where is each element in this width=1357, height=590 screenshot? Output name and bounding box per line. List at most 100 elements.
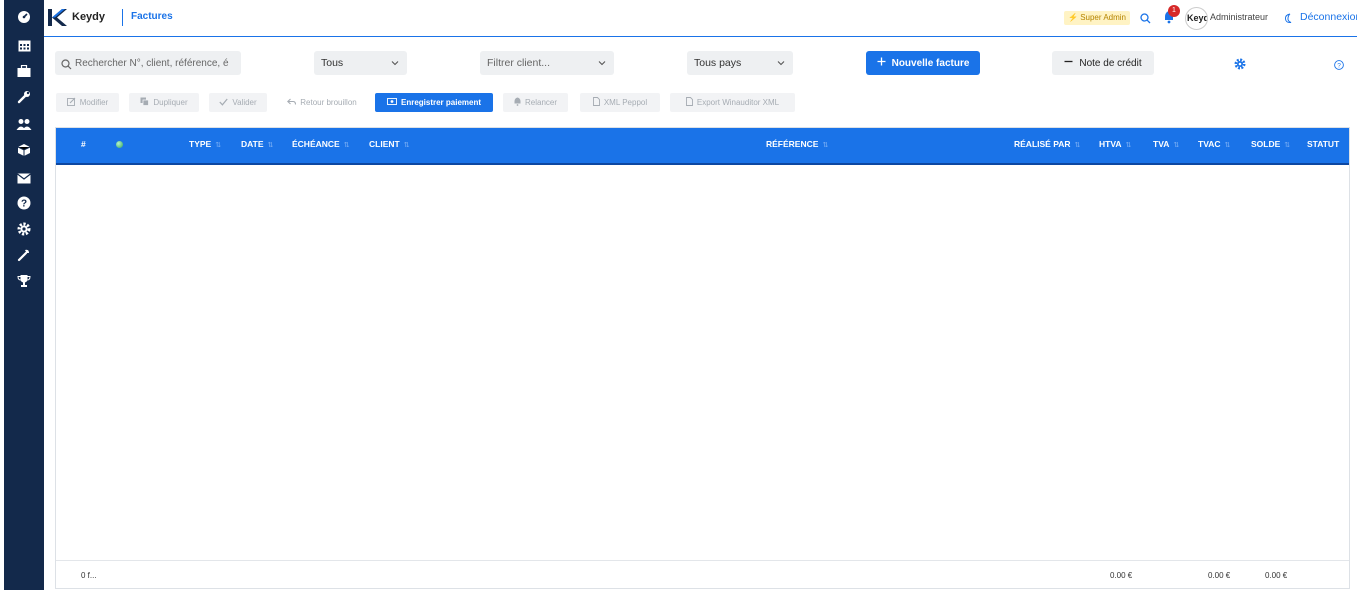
- table-header: # TYPE ⇅ DATE ⇅ ÉCHÉANCE ⇅ CLIENT ⇅ RÉFÉRENC…: [56, 128, 1349, 165]
- country-select[interactable]: Tous pays: [687, 51, 793, 75]
- page-title: Factures: [131, 11, 173, 22]
- duplicate-button[interactable]: Dupliquer: [129, 93, 199, 112]
- client-select-value: Filtrer client...: [487, 57, 551, 69]
- back-to-draft-button[interactable]: Retour brouillon: [277, 93, 367, 112]
- col-reference-label: RÉFÉRENCE: [766, 139, 819, 149]
- sort-icon: ⇅: [1284, 142, 1291, 149]
- svg-text:?: ?: [21, 199, 27, 210]
- xml-peppol-button[interactable]: XML Peppol: [580, 93, 660, 112]
- credit-note-label: Note de crédit: [1079, 57, 1142, 69]
- col-made-by[interactable]: RÉALISÉ PAR ⇅: [1014, 128, 1080, 163]
- col-htva[interactable]: HTVA ⇅: [1099, 128, 1131, 163]
- trophy-icon[interactable]: [4, 270, 44, 292]
- file-icon: [685, 97, 693, 108]
- gear-icon[interactable]: [1234, 57, 1246, 75]
- col-status-label: STATUT: [1307, 139, 1340, 149]
- globe-icon: [116, 141, 123, 149]
- tools-icon[interactable]: [4, 244, 44, 266]
- copy-icon: [140, 97, 150, 108]
- file-icon: [592, 97, 600, 108]
- validate-button[interactable]: Valider: [209, 93, 267, 112]
- remind-label: Relancer: [524, 98, 557, 107]
- col-client[interactable]: CLIENT ⇅: [369, 128, 410, 163]
- col-country[interactable]: [116, 128, 123, 163]
- minus-icon: [1064, 57, 1073, 69]
- search-field[interactable]: [55, 51, 241, 75]
- validate-label: Valider: [232, 98, 257, 107]
- col-balance[interactable]: SOLDE ⇅: [1251, 128, 1290, 163]
- record-payment-label: Enregistrer paiement: [400, 98, 482, 107]
- col-due-label: ÉCHÉANCE: [292, 139, 340, 149]
- col-number[interactable]: #: [81, 128, 86, 163]
- duplicate-label: Dupliquer: [153, 98, 188, 107]
- briefcase-icon[interactable]: [4, 60, 44, 82]
- chevron-down-icon: [777, 51, 785, 84]
- check-icon: [219, 98, 229, 108]
- search-icon[interactable]: [1140, 11, 1151, 29]
- credit-note-button[interactable]: Note de crédit: [1052, 51, 1154, 75]
- edit-icon: [66, 97, 76, 108]
- balance-total: 0.00 €: [1265, 571, 1288, 580]
- col-reference[interactable]: RÉFÉRENCE ⇅: [766, 128, 828, 163]
- col-tvac-label: TVAC: [1198, 139, 1221, 149]
- sort-icon: ⇅: [1074, 142, 1081, 149]
- chevron-down-icon: [391, 51, 399, 84]
- status-select-value: Tous: [321, 57, 344, 69]
- col-balance-label: SOLDE: [1251, 139, 1281, 149]
- status-select[interactable]: Tous: [314, 51, 407, 75]
- settings-icon[interactable]: [4, 218, 44, 240]
- htva-total: 0.00 €: [1110, 571, 1133, 580]
- user-role: Administrateur: [1210, 12, 1269, 22]
- col-tvac[interactable]: TVAC ⇅: [1198, 128, 1230, 163]
- money-icon: [387, 98, 397, 107]
- modify-label: Modifier: [79, 98, 109, 107]
- sidebar: ?: [4, 0, 44, 590]
- envelope-icon[interactable]: [4, 167, 44, 189]
- header-divider: [122, 9, 123, 26]
- logout-link[interactable]: Déconnexion: [1300, 11, 1357, 23]
- modify-button[interactable]: Modifier: [56, 93, 119, 112]
- export-winauditor-button[interactable]: Export Winauditor XML: [670, 93, 795, 112]
- search-input[interactable]: [75, 55, 237, 71]
- help-icon[interactable]: ?: [4, 192, 44, 214]
- sort-icon: ⇅: [215, 142, 222, 149]
- col-due[interactable]: ÉCHÉANCE ⇅: [292, 128, 350, 163]
- super-admin-badge: ⚡ Super Admin: [1064, 11, 1130, 25]
- notification-count: 1: [1168, 5, 1180, 17]
- col-tva[interactable]: TVA ⇅: [1153, 128, 1179, 163]
- record-payment-button[interactable]: Enregistrer paiement: [375, 93, 493, 112]
- undo-icon: [287, 98, 297, 108]
- box-icon[interactable]: [4, 139, 44, 161]
- search-icon: [61, 57, 72, 75]
- new-invoice-label: Nouvelle facture: [891, 57, 970, 69]
- sort-icon: ⇅: [403, 142, 410, 149]
- new-invoice-button[interactable]: Nouvelle facture: [866, 51, 980, 75]
- super-admin-label: Super Admin: [1080, 13, 1126, 22]
- moon-icon[interactable]: [1284, 11, 1294, 29]
- wrench-icon[interactable]: [4, 86, 44, 108]
- col-status[interactable]: STATUT: [1307, 128, 1339, 163]
- export-winauditor-label: Export Winauditor XML: [696, 98, 780, 107]
- avatar[interactable]: Keydy: [1185, 7, 1208, 30]
- help-circle-icon[interactable]: ?: [1334, 57, 1344, 75]
- col-type-label: TYPE: [189, 139, 212, 149]
- sort-icon: ⇅: [1224, 142, 1231, 149]
- calendar-icon[interactable]: [4, 34, 44, 56]
- remind-button[interactable]: Relancer: [503, 93, 568, 112]
- col-type[interactable]: TYPE ⇅: [189, 128, 221, 163]
- col-made-by-label: RÉALISÉ PAR: [1014, 139, 1071, 149]
- plus-icon: [877, 57, 886, 69]
- logo-icon[interactable]: [48, 9, 68, 31]
- top-header: Keydy Factures ⚡ Super Admin 1 Keydy Adm…: [44, 0, 1357, 37]
- client-select[interactable]: Filtrer client...: [480, 51, 614, 75]
- col-date[interactable]: DATE ⇅: [241, 128, 273, 163]
- table-footer: 0 f... 0.00 € 0.00 € 0.00 €: [56, 560, 1349, 589]
- app-name[interactable]: Keydy: [72, 11, 105, 23]
- bell-icon: [514, 97, 521, 108]
- sort-icon: ⇅: [822, 142, 829, 149]
- users-icon[interactable]: [4, 113, 44, 135]
- dashboard-icon[interactable]: [4, 6, 44, 28]
- col-tva-label: TVA: [1153, 139, 1170, 149]
- col-date-label: DATE: [241, 139, 264, 149]
- col-htva-label: HTVA: [1099, 139, 1122, 149]
